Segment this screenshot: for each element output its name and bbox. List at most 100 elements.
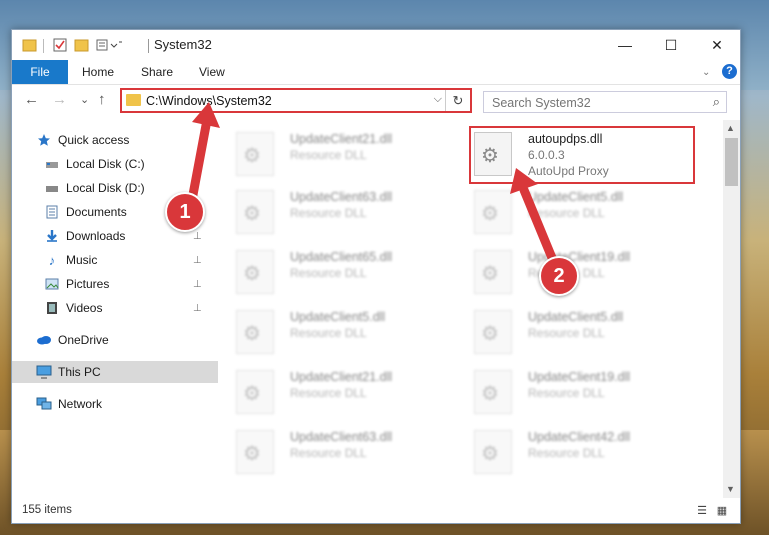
callout-arrow-1 xyxy=(187,102,220,205)
pin-icon[interactable]: ⊥ xyxy=(193,231,202,242)
file-name: UpdateClient19.dll xyxy=(528,370,631,384)
sidebar-item-label: Music xyxy=(66,253,98,267)
monitor-icon xyxy=(36,365,52,379)
file-description: Resource DLL xyxy=(290,148,367,162)
tab-home[interactable]: Home xyxy=(82,60,114,84)
title-bar: System32 — ☐ ✕ xyxy=(12,30,740,60)
cloud-icon xyxy=(36,333,52,347)
recent-locations-button[interactable]: ⌄ xyxy=(80,93,89,106)
properties-icon[interactable] xyxy=(52,37,68,53)
file-name: UpdateClient21.dll xyxy=(290,370,393,384)
forward-button[interactable]: → xyxy=(52,91,67,108)
file-name: UpdateClient42.dll xyxy=(528,430,631,444)
file-item[interactable]: ⚙ UpdateClient21.dll Resource DLL xyxy=(228,126,458,180)
file-name: UpdateClient63.dll xyxy=(290,190,393,204)
star-icon xyxy=(36,133,52,147)
up-button[interactable]: ↑ xyxy=(98,91,106,108)
dll-file-icon: ⚙ xyxy=(474,370,512,414)
drive-icon xyxy=(44,157,60,171)
title-divider xyxy=(43,39,44,53)
minimize-button[interactable]: — xyxy=(602,30,648,60)
documents-icon xyxy=(44,205,60,219)
sidebar-item-label: Network xyxy=(58,397,103,411)
file-description: Resource DLL xyxy=(290,266,367,280)
new-folder-icon[interactable] xyxy=(74,37,90,53)
sidebar-item-label: Videos xyxy=(66,301,103,315)
scroll-up-icon[interactable]: ▲ xyxy=(726,123,735,133)
vertical-scrollbar[interactable]: ▲ ▼ xyxy=(723,120,740,498)
title-separator xyxy=(148,39,149,53)
expand-ribbon-icon[interactable]: ⌄ xyxy=(702,60,710,84)
pin-icon[interactable]: ⊥ xyxy=(193,303,202,314)
item-count: 155 items xyxy=(22,504,72,516)
sidebar-item-music[interactable]: ♪ Music ⊥ xyxy=(12,249,238,271)
file-item[interactable]: ⚙ UpdateClient42.dll Resource DLL xyxy=(466,424,696,478)
file-description: Resource DLL xyxy=(290,386,367,400)
sidebar-item-videos[interactable]: Videos ⊥ xyxy=(12,297,238,319)
address-dropdown-icon[interactable]: ⌵ xyxy=(434,93,442,106)
ribbon-tabs: File Home Share View ⌄ ? xyxy=(12,60,740,85)
status-bar: 155 items ☰ ▦ xyxy=(12,500,740,523)
dll-file-icon: ⚙ xyxy=(236,370,274,414)
folder-icon xyxy=(22,37,38,53)
file-description: Resource DLL xyxy=(528,446,605,460)
downloads-icon xyxy=(44,229,60,243)
sidebar-item-label: Downloads xyxy=(66,229,126,243)
window-title: System32 xyxy=(154,37,212,52)
customize-toolbar-icon[interactable] xyxy=(96,37,122,53)
file-item[interactable]: ⚙ UpdateClient63.dll Resource DLL xyxy=(228,424,458,478)
search-icon: ⌕ xyxy=(712,94,720,109)
refresh-button[interactable]: ↻ xyxy=(445,90,470,111)
details-view-icon[interactable]: ☰ xyxy=(695,504,709,518)
sidebar-item-label: Quick access xyxy=(58,133,130,147)
sidebar-item-label: This PC xyxy=(58,365,101,379)
sidebar-item-label: Local Disk (C:) xyxy=(66,157,145,171)
file-description: Resource DLL xyxy=(290,206,367,220)
file-item[interactable]: ⚙ UpdateClient5.dll Resource DLL xyxy=(228,304,458,358)
videos-icon xyxy=(44,301,60,315)
sidebar-item-this-pc[interactable]: This PC xyxy=(12,361,230,383)
sidebar-item-downloads[interactable]: Downloads ⊥ xyxy=(12,225,238,247)
file-item[interactable]: ⚙ UpdateClient5.dll Resource DLL xyxy=(466,304,696,358)
sidebar-item-pictures[interactable]: Pictures ⊥ xyxy=(12,273,238,295)
file-item[interactable]: ⚙ UpdateClient63.dll Resource DLL xyxy=(228,184,458,238)
file-description: Resource DLL xyxy=(290,326,367,340)
large-icons-view-icon[interactable]: ▦ xyxy=(715,504,729,518)
music-icon: ♪ xyxy=(48,252,56,268)
navigation-row: ← → ⌄ ↑ C:\Windows\System32 ⌵ ↻ ⌕ xyxy=(12,85,740,117)
maximize-button[interactable]: ☐ xyxy=(648,30,694,60)
dll-file-icon: ⚙ xyxy=(236,132,274,176)
network-icon xyxy=(36,397,52,411)
sidebar-item-onedrive[interactable]: OneDrive xyxy=(12,329,230,351)
file-name: UpdateClient5.dll xyxy=(528,310,624,324)
tab-file[interactable]: File xyxy=(12,60,68,84)
sidebar-item-label: Pictures xyxy=(66,277,110,291)
tab-share[interactable]: Share xyxy=(141,60,173,84)
file-name: UpdateClient21.dll xyxy=(290,132,393,146)
help-icon[interactable]: ? xyxy=(722,64,737,79)
file-item[interactable]: ⚙ UpdateClient65.dll Resource DLL xyxy=(228,244,458,298)
dll-file-icon: ⚙ xyxy=(236,190,274,234)
file-item[interactable]: ⚙ UpdateClient21.dll Resource DLL xyxy=(228,364,458,418)
file-description: Resource DLL xyxy=(528,386,605,400)
file-description: Resource DLL xyxy=(528,326,605,340)
pin-icon[interactable]: ⊥ xyxy=(193,255,202,266)
file-name: UpdateClient63.dll xyxy=(290,430,393,444)
pin-icon[interactable]: ⊥ xyxy=(193,279,202,290)
sidebar-item-label: OneDrive xyxy=(58,333,109,347)
drive-icon xyxy=(44,181,60,195)
tab-view[interactable]: View xyxy=(199,60,225,84)
back-button[interactable]: ← xyxy=(24,91,39,108)
file-item[interactable]: ⚙ UpdateClient19.dll Resource DLL xyxy=(466,364,696,418)
folder-icon xyxy=(126,94,141,106)
search-input[interactable] xyxy=(490,94,694,112)
scroll-down-icon[interactable]: ▼ xyxy=(726,484,735,494)
search-box[interactable]: ⌕ xyxy=(483,91,727,113)
close-button[interactable]: ✕ xyxy=(694,30,740,60)
scroll-thumb[interactable] xyxy=(725,138,738,186)
dll-file-icon: ⚙ xyxy=(474,310,512,354)
sidebar-item-network[interactable]: Network xyxy=(12,393,230,415)
dll-file-icon: ⚙ xyxy=(236,250,274,294)
file-name: UpdateClient65.dll xyxy=(290,250,393,264)
explorer-window: System32 — ☐ ✕ File Home Share View ⌄ ? … xyxy=(11,29,741,524)
